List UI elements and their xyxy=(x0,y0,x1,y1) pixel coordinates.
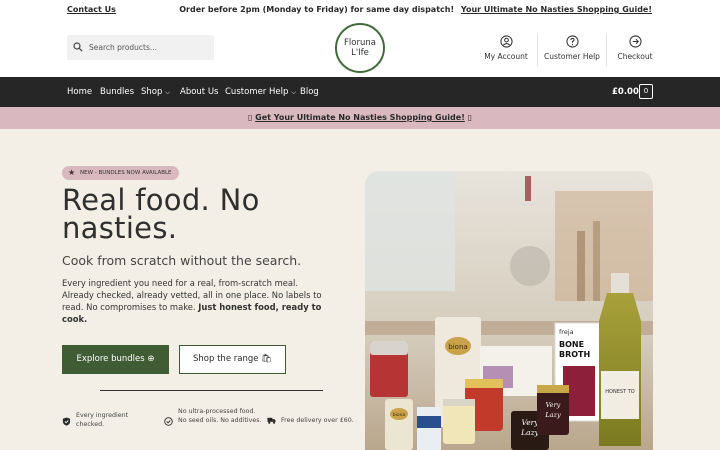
product-olive-oil xyxy=(611,273,629,293)
shield-check-icon xyxy=(62,417,71,426)
main-navigation: Home Bundles Shop ⌵ About Us Customer Hel… xyxy=(0,77,720,107)
search-icon xyxy=(73,42,83,52)
checkout-link[interactable]: Checkout xyxy=(613,35,657,61)
chevron-down-icon: ⌵ xyxy=(291,89,296,96)
nav-item-bundles[interactable]: Bundles xyxy=(100,87,134,97)
site-header: Search products... Floruna L'Ife My Acco… xyxy=(0,18,720,77)
top-bar: Contact Us Order before 2pm (Monday to F… xyxy=(0,0,720,18)
feature-text: Free delivery over £60. xyxy=(281,417,354,424)
divider xyxy=(100,390,323,391)
dispatch-text: Order before 2pm (Monday to Friday) for … xyxy=(179,5,455,14)
nav-item-help-label: Customer Help xyxy=(225,87,289,97)
product-label: BROTH xyxy=(559,350,590,359)
truck-icon xyxy=(267,417,276,424)
search-placeholder: Search products... xyxy=(89,43,158,52)
divider xyxy=(606,34,607,66)
product-label: Very xyxy=(522,418,540,427)
user-icon xyxy=(499,35,513,48)
dispatch-notice: Order before 2pm (Monday to Friday) for … xyxy=(179,5,652,14)
divider xyxy=(537,34,538,66)
nav-item-customer-help[interactable]: Customer Help ⌵ xyxy=(225,87,296,97)
product-label: freja xyxy=(559,328,574,336)
logo-line-2: L'Ife xyxy=(351,48,369,58)
product-biona-jar xyxy=(385,399,413,450)
customer-help-link[interactable]: Customer Help xyxy=(543,35,601,61)
cart-count-badge[interactable]: 0 xyxy=(639,84,653,99)
shop-the-range-button[interactable]: Shop the range 🛍 xyxy=(179,345,286,374)
product-label: biona xyxy=(448,343,467,351)
customer-help-label: Customer Help xyxy=(544,52,600,61)
hero-product-image: biona freja BONE BROTH HONEST TO biona V… xyxy=(365,171,653,450)
hero-description: Every ingredient you need for a real, fr… xyxy=(62,277,322,325)
banner-glyph-left: ▯ xyxy=(247,113,253,122)
product-label: Very xyxy=(546,401,561,409)
explore-bundles-button[interactable]: Explore bundles ⊕ xyxy=(62,345,169,374)
product-label: Lazy xyxy=(544,411,561,419)
nav-item-blog[interactable]: Blog xyxy=(300,87,319,97)
product-collage: biona freja BONE BROTH HONEST TO biona V… xyxy=(365,171,653,450)
my-account-link[interactable]: My Account xyxy=(480,35,532,61)
arrow-right-circle-icon xyxy=(628,35,642,48)
logo-line-1: Floruna xyxy=(344,38,376,48)
feature-text: No ultra-processed food. No seed oils. N… xyxy=(178,408,262,424)
chevron-down-icon: ⌵ xyxy=(165,89,170,96)
my-account-label: My Account xyxy=(484,52,528,61)
cart-total[interactable]: £0.00 xyxy=(612,87,639,97)
checkout-label: Checkout xyxy=(617,52,653,61)
hero-subtitle: Cook from scratch without the search. xyxy=(62,253,302,268)
contact-us-link[interactable]: Contact Us xyxy=(67,5,116,14)
feature-text: Every ingredient checked. xyxy=(76,412,129,428)
badge-text: NEW - BUNDLES NOW AVAILABLE xyxy=(80,170,172,176)
product-label: Lazy xyxy=(520,428,539,437)
site-logo[interactable]: Floruna L'Ife xyxy=(335,23,385,73)
star-icon: ★ xyxy=(68,168,76,177)
nav-item-home[interactable]: Home xyxy=(67,87,92,97)
product-can xyxy=(417,407,441,450)
shopping-guide-link[interactable]: Your Ultimate No Nasties Shopping Guide! xyxy=(461,5,652,14)
nav-item-shop-label: Shop xyxy=(141,87,163,97)
question-icon xyxy=(565,35,579,48)
hero-title: Real food. No nasties. xyxy=(62,183,260,245)
guide-banner[interactable]: ▯ Get Your Ultimate No Nasties Shopping … xyxy=(0,107,720,129)
product-label: HONEST TO xyxy=(605,389,634,395)
new-bundles-badge: ★ NEW - BUNDLES NOW AVAILABLE xyxy=(62,166,179,180)
product-label: biona xyxy=(393,412,406,418)
banner-glyph-right: ▯ xyxy=(467,113,473,122)
search-input[interactable]: Search products... xyxy=(67,35,214,60)
banner-guide-link[interactable]: Get Your Ultimate No Nasties Shopping Gu… xyxy=(255,113,465,122)
nav-item-about[interactable]: About Us xyxy=(180,87,218,97)
nav-item-shop[interactable]: Shop ⌵ xyxy=(141,87,170,97)
product-label: BONE xyxy=(559,340,584,349)
check-circle-icon xyxy=(164,417,173,426)
